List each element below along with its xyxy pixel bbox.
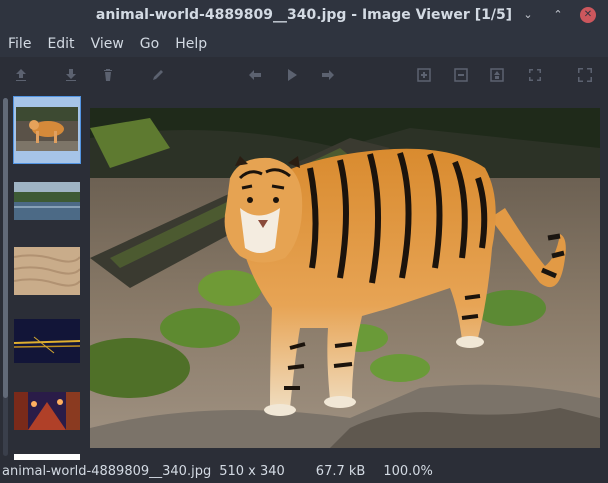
image-view[interactable] bbox=[90, 108, 600, 448]
title-bar: animal-world-4889809__340.jpg - Image Vi… bbox=[0, 0, 608, 30]
trash-icon[interactable] bbox=[98, 65, 118, 85]
thumbnail-tiger[interactable] bbox=[13, 96, 81, 164]
menu-edit[interactable]: Edit bbox=[39, 36, 82, 52]
edit-icon[interactable] bbox=[148, 65, 168, 85]
status-zoom: 100.0% bbox=[383, 464, 433, 479]
status-bar: animal-world-4889809__340.jpg 510 x 340 … bbox=[0, 460, 608, 483]
minimize-icon[interactable]: ⌄ bbox=[520, 7, 536, 23]
menu-go[interactable]: Go bbox=[132, 36, 167, 52]
menu-file[interactable]: File bbox=[0, 36, 39, 52]
menu-help[interactable]: Help bbox=[167, 36, 215, 52]
toolbar bbox=[0, 57, 608, 94]
status-file-size: 67.7 kB bbox=[315, 464, 366, 479]
window-controls: ⌄ ⌃ ✕ bbox=[520, 7, 596, 23]
arrow-left-icon[interactable] bbox=[245, 65, 265, 85]
play-icon[interactable] bbox=[282, 65, 302, 85]
zoom-fit-icon[interactable] bbox=[487, 65, 507, 85]
thumbnail-street-lights[interactable] bbox=[14, 392, 80, 430]
zoom-out-icon[interactable] bbox=[451, 65, 471, 85]
thumbnail-sand[interactable] bbox=[14, 247, 80, 295]
window-title: animal-world-4889809__340.jpg - Image Vi… bbox=[95, 7, 513, 23]
tiger-photo bbox=[90, 108, 600, 448]
thumbnail-scrollbar[interactable] bbox=[3, 98, 8, 456]
zoom-original-icon[interactable] bbox=[525, 65, 545, 85]
status-filename: animal-world-4889809__340.jpg bbox=[2, 464, 212, 479]
menu-bar: File Edit View Go Help bbox=[0, 30, 608, 57]
upload-icon[interactable] bbox=[11, 65, 31, 85]
thumbnail-strip[interactable] bbox=[0, 94, 88, 460]
download-icon[interactable] bbox=[61, 65, 81, 85]
fullscreen-icon[interactable] bbox=[575, 65, 595, 85]
thumbnail-night-lights[interactable] bbox=[14, 319, 80, 363]
menu-view[interactable]: View bbox=[83, 36, 132, 52]
zoom-in-icon[interactable] bbox=[414, 65, 434, 85]
maximize-icon[interactable]: ⌃ bbox=[550, 7, 566, 23]
thumbnail-lake[interactable] bbox=[14, 182, 80, 220]
scrollbar-handle[interactable] bbox=[3, 98, 8, 398]
arrow-right-icon[interactable] bbox=[318, 65, 338, 85]
close-icon[interactable]: ✕ bbox=[580, 7, 596, 23]
status-dimensions: 510 x 340 bbox=[219, 464, 285, 479]
